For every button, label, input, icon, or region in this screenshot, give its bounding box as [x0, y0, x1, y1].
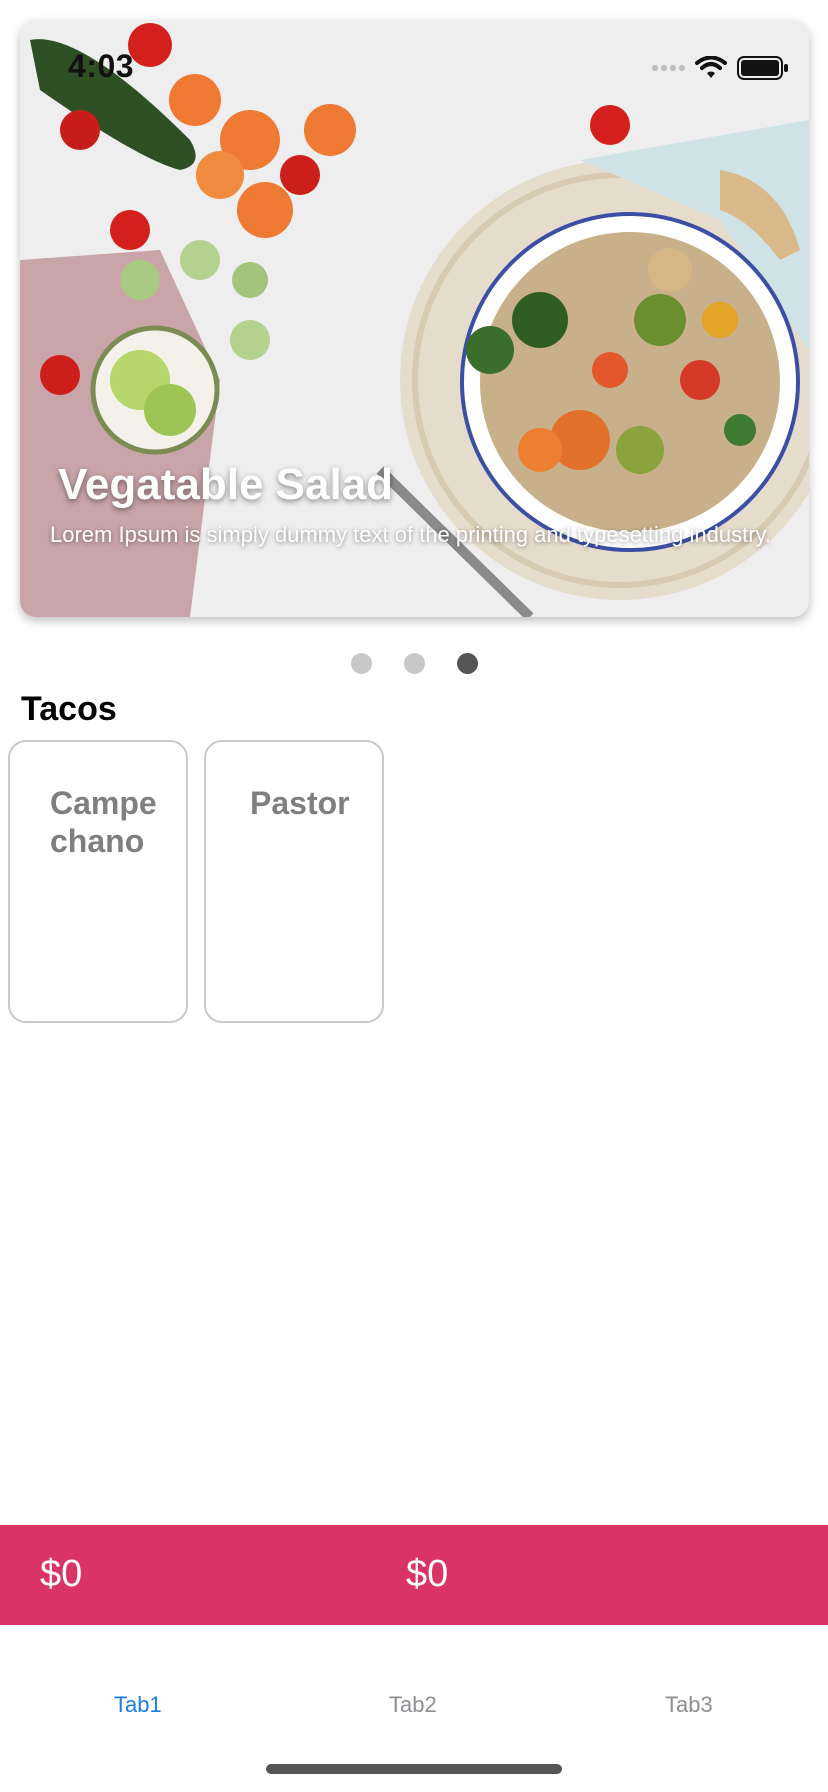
- carousel-pagination[interactable]: [351, 653, 478, 674]
- hero-banner[interactable]: 4:03 Vegatable Salad Lorem Ipsum is simp…: [20, 20, 809, 617]
- status-time: 4:03: [68, 48, 135, 84]
- taco-name: Pastor: [250, 785, 350, 821]
- hero-title: Vegatable Salad: [58, 460, 394, 509]
- hero-description: Lorem Ipsum is simply dummy text of the …: [50, 522, 772, 547]
- left-price: $0: [40, 1553, 83, 1595]
- right-price: $0: [406, 1553, 449, 1595]
- status-icons: [652, 50, 789, 86]
- section-title: Tacos: [21, 690, 117, 728]
- taco-card[interactable]: Campechano: [8, 740, 188, 1023]
- taco-card[interactable]: Pastor: [204, 740, 384, 1023]
- tab-2[interactable]: Tab2: [389, 1692, 437, 1718]
- taco-name: Campechano: [50, 785, 157, 859]
- tab-3[interactable]: Tab3: [665, 1692, 713, 1718]
- wifi-icon: [695, 56, 727, 80]
- cellular-signal-icon: [652, 65, 685, 71]
- page-dot[interactable]: [404, 653, 425, 674]
- tab-1[interactable]: Tab1: [114, 1692, 162, 1718]
- page-dot-active[interactable]: [457, 653, 478, 674]
- home-indicator[interactable]: [266, 1764, 562, 1774]
- page-dot[interactable]: [351, 653, 372, 674]
- price-bar: $0 $0: [0, 1525, 828, 1625]
- battery-icon: [737, 55, 789, 81]
